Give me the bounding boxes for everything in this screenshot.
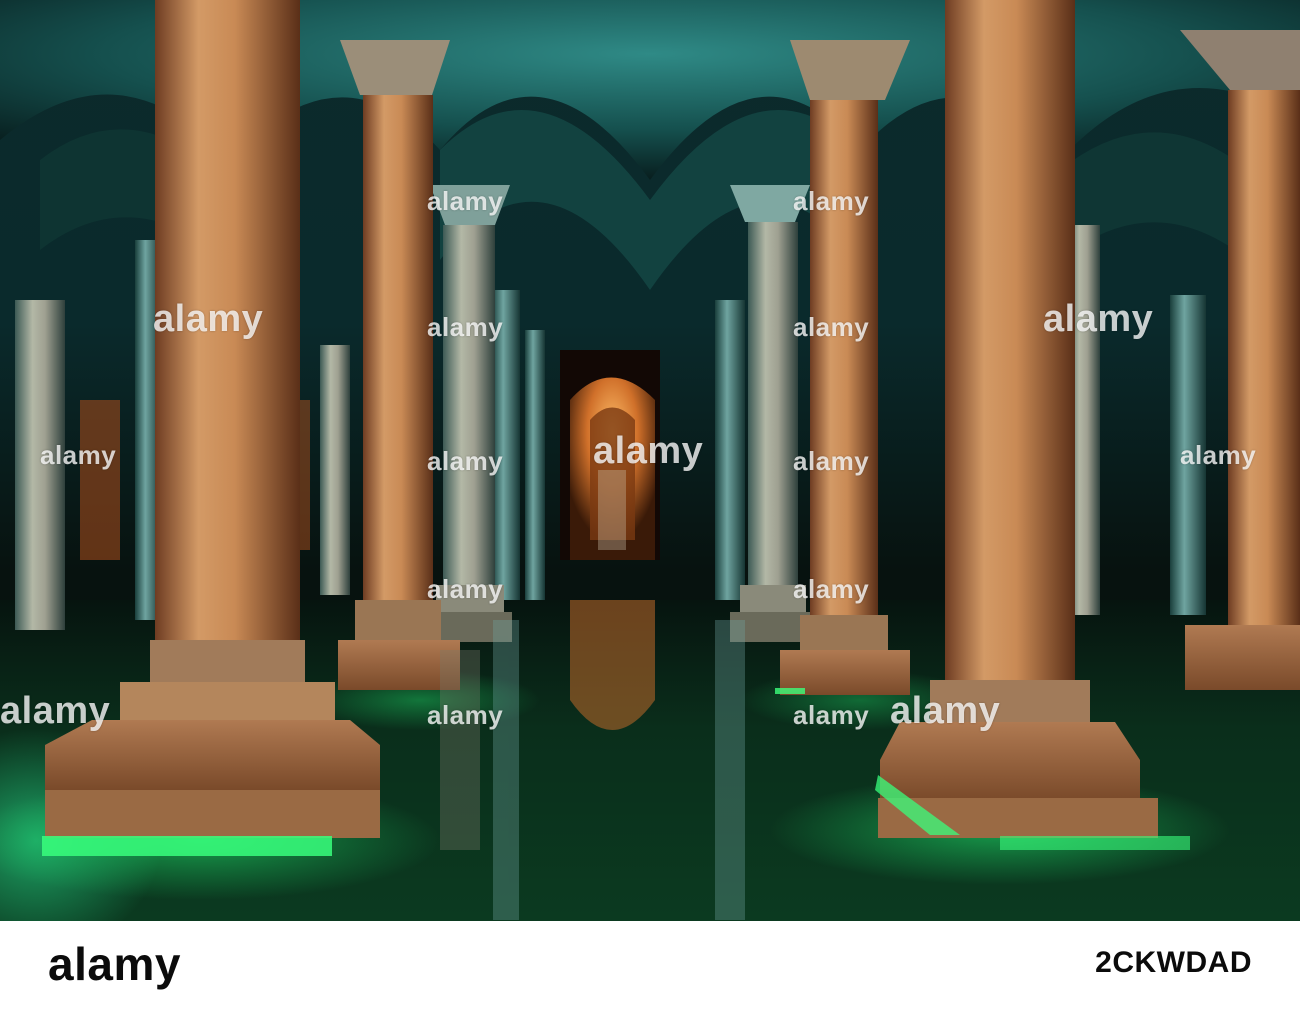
- brand-logo: alamy: [48, 938, 181, 990]
- stock-image-id: 2CKWDAD: [1095, 946, 1252, 979]
- cistern-photo: alamy alamy alamy alamy alamy alamy alam…: [0, 0, 1300, 921]
- cistern-scene: [0, 0, 1300, 921]
- footer-bar: alamy 2CKWDAD: [0, 921, 1300, 1011]
- corridor-reflection: [570, 600, 655, 730]
